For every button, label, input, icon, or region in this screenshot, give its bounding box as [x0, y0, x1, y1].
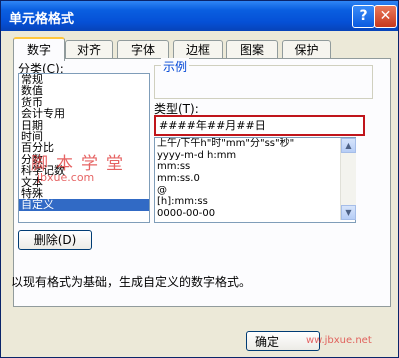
format-item[interactable]: [h]:mm:ss — [155, 196, 355, 208]
tab-font[interactable]: 字体 — [117, 40, 169, 59]
title-bar: 单元格格式 ? ✕ — [1, 1, 398, 31]
format-item[interactable]: @ — [155, 185, 355, 197]
watermark-url: jbxue.com — [37, 171, 95, 184]
tab-strip: 数字 对齐 字体 边框 图案 保护 — [13, 37, 393, 61]
close-icon[interactable]: ✕ — [374, 5, 397, 28]
format-list[interactable]: 上午/下午h"时"mm"分"ss"秒" yyyy-m-d h:mm mm:ss … — [154, 137, 356, 223]
type-input[interactable]: ####年##月##日 — [154, 115, 365, 136]
description-text: 以现有格式为基础，生成自定义的数字格式。 — [11, 275, 252, 289]
category-item-selected[interactable]: 自定义 — [19, 199, 149, 211]
tab-protection[interactable]: 保护 — [282, 40, 331, 59]
tab-number[interactable]: 数字 — [13, 37, 65, 61]
window-title: 单元格格式 — [9, 12, 75, 27]
tab-alignment[interactable]: 对齐 — [65, 40, 113, 59]
format-item[interactable]: mm:ss.0 — [155, 173, 355, 185]
sample-title: 示例 — [161, 58, 190, 75]
format-item[interactable]: 0000-00-00 — [155, 208, 355, 220]
help-icon[interactable]: ? — [352, 5, 375, 28]
tab-border[interactable]: 边框 — [173, 40, 223, 59]
format-list-scrollbar[interactable]: ▲ ▼ — [340, 138, 356, 220]
delete-button[interactable]: 删除(D) — [18, 230, 92, 250]
scroll-up-icon[interactable]: ▲ — [341, 138, 356, 153]
tab-patterns[interactable]: 图案 — [226, 40, 278, 59]
format-item[interactable]: yyyy-m-d h:mm — [155, 150, 355, 162]
scroll-down-icon[interactable]: ▼ — [341, 205, 356, 220]
watermark-footer: ww.jbxue.net — [306, 335, 372, 346]
format-item[interactable]: mm:ss — [155, 161, 355, 173]
format-item[interactable]: 上午/下午h"时"mm"分"ss"秒" — [155, 138, 355, 150]
category-list[interactable]: 常规 数值 货币 会计专用 日期 时间 百分比 分数 科学记数 文本 特殊 自定… — [18, 73, 150, 223]
format-cells-dialog: 单元格格式 ? ✕ 数字 对齐 字体 边框 图案 保护 分类(C): 常规 数值… — [0, 0, 399, 358]
category-item[interactable]: 会计专用 — [19, 108, 149, 120]
